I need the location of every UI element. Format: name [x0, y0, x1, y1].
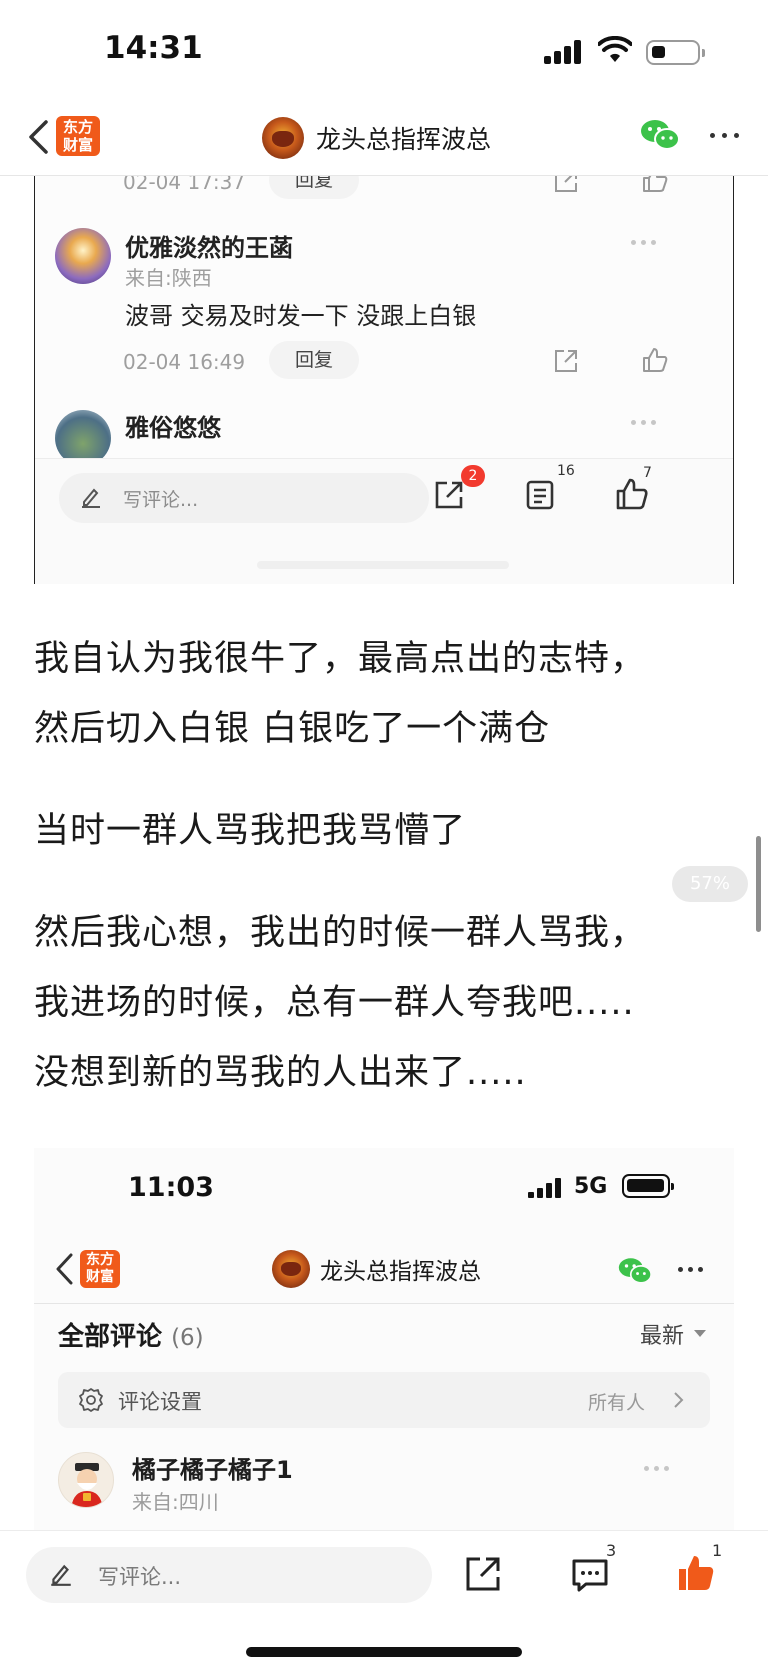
like-icon[interactable] [641, 176, 669, 194]
chevron-right-icon [674, 1392, 684, 1408]
logo-line-2: 财富 [86, 1269, 114, 1285]
eastmoney-logo[interactable]: 东方 财富 [56, 116, 100, 156]
author-avatar[interactable] [272, 1250, 310, 1288]
comment-input[interactable]: 写评论... [59, 473, 429, 523]
article-line: 我自认为我很牛了，最高点出的志特， [34, 639, 647, 679]
comment-time: 02-04 16:49 [123, 350, 246, 374]
like-icon[interactable] [615, 477, 649, 511]
nav-author[interactable]: 龙头总指挥波总 [262, 114, 491, 162]
back-chevron-icon[interactable] [26, 118, 50, 156]
article-paragraph-2: 当时一群人骂我把我骂懵了 [34, 796, 734, 866]
like-count: 1 [712, 1541, 723, 1560]
embedded-status-time: 11:03 [128, 1172, 214, 1203]
wechat-icon[interactable] [640, 118, 680, 152]
home-indicator [257, 561, 509, 569]
more-options-icon[interactable] [676, 1256, 706, 1282]
comment-total: (6) [171, 1325, 204, 1351]
pen-icon [51, 1564, 71, 1586]
reading-progress-badge: 57% [672, 866, 748, 902]
article-paragraph-1: 我自认为我很牛了，最高点出的志特， 然后切入白银 白银吃了一个满仓 [34, 624, 734, 764]
comments-section-title: 全部评论 (6) [58, 1316, 204, 1353]
eastmoney-logo[interactable]: 东方 财富 [80, 1250, 120, 1288]
home-indicator [246, 1647, 522, 1657]
section-title: 全部评论 [58, 1322, 163, 1352]
commenter-avatar[interactable] [58, 1452, 114, 1508]
article-paragraph-3: 然后我心想，我出的时候一群人骂我， 我进场的时候，总有一群人夸我吧..... 没… [34, 898, 734, 1108]
like-icon[interactable] [676, 1553, 716, 1593]
signal-icon [544, 40, 584, 64]
like-icon[interactable] [641, 346, 669, 374]
article-line: 没想到新的骂我的人出来了..... [34, 1053, 527, 1093]
commenter-name[interactable]: 橘子橘子橘子1 [132, 1450, 293, 1485]
comment-time: 02-04 17:37 [123, 176, 246, 194]
comment-input[interactable]: 写评论... [26, 1547, 432, 1603]
reply-button[interactable]: 回复 [269, 176, 359, 199]
embedded-screenshot-comment-list: 11:03 5G 东方 财富 龙头总指挥波总 全部评论 (6) 最新 评论设置 … [34, 1148, 734, 1530]
battery-icon [622, 1174, 674, 1198]
nav-title: 龙头总指挥波总 [316, 125, 492, 154]
comment-placeholder: 写评论... [98, 1565, 182, 1589]
back-chevron-icon[interactable] [54, 1252, 74, 1286]
status-time: 14:31 [104, 30, 203, 66]
wifi-icon [598, 36, 632, 62]
bottom-action-bar: 写评论... 3 1 [0, 1530, 768, 1665]
share-icon[interactable] [433, 479, 465, 511]
sort-dropdown[interactable]: 最新 [640, 1318, 684, 1350]
comment-more-icon[interactable] [631, 240, 659, 248]
network-label: 5G [574, 1174, 608, 1199]
signal-icon [528, 1178, 564, 1198]
top-nav: 东方 财富 龙头总指挥波总 [0, 100, 768, 176]
comment-count: 3 [606, 1541, 617, 1560]
gear-icon [79, 1388, 103, 1412]
embedded-screenshot-comments: 02-04 17:37 回复 优雅淡然的王菡 来自:陕西 波哥 交易及时发一下 … [34, 176, 734, 584]
reply-button[interactable]: 回复 [269, 341, 359, 379]
commenter-location: 来自:四川 [132, 1490, 219, 1514]
scrollbar[interactable] [756, 836, 761, 932]
article-line: 然后我心想，我出的时候一群人骂我， [34, 913, 647, 953]
list-count: 16 [557, 463, 575, 479]
embedded-bottom-bar: 写评论... 2 16 7 [35, 458, 733, 584]
embedded-top-nav: 东方 财富 龙头总指挥波总 [34, 1234, 734, 1304]
article-line: 我进场的时候，总有一群人夸我吧..... [34, 983, 635, 1023]
status-bar: 14:31 [0, 0, 768, 100]
comment-placeholder: 写评论... [123, 489, 199, 511]
battery-icon [646, 40, 705, 65]
fortune-god-icon [71, 1463, 103, 1507]
nav-title: 龙头总指挥波总 [320, 1259, 481, 1285]
like-count: 7 [643, 465, 652, 481]
comment-text: 波哥 交易及时发一下 没跟上白银 [125, 302, 477, 330]
commenter-location: 来自:陕西 [125, 266, 212, 290]
logo-line-2: 财富 [62, 136, 93, 154]
settings-value: 所有人 [588, 1392, 646, 1414]
share-icon[interactable] [553, 176, 579, 194]
article-line: 当时一群人骂我把我骂懵了 [34, 811, 467, 851]
nav-author[interactable]: 龙头总指挥波总 [272, 1248, 481, 1290]
comment-icon[interactable] [570, 1555, 610, 1595]
commenter-avatar[interactable] [55, 228, 111, 284]
logo-line-1: 东方 [62, 118, 93, 136]
more-options-icon[interactable] [706, 120, 742, 150]
commenter-name[interactable]: 雅俗悠悠 [125, 408, 221, 443]
commenter-name[interactable]: 优雅淡然的王菡 [125, 228, 293, 263]
share-count-badge: 2 [461, 465, 485, 487]
settings-label: 评论设置 [118, 1390, 202, 1414]
wechat-icon[interactable] [618, 1256, 652, 1286]
share-icon[interactable] [464, 1555, 502, 1593]
author-avatar[interactable] [262, 117, 304, 159]
sort-caret-icon [694, 1330, 706, 1337]
list-icon[interactable] [525, 479, 555, 511]
logo-line-1: 东方 [86, 1252, 114, 1268]
article-line: 然后切入白银 白银吃了一个满仓 [34, 709, 551, 749]
share-icon[interactable] [553, 348, 579, 374]
comment-settings-row[interactable]: 评论设置 所有人 [58, 1372, 710, 1428]
comment-more-icon[interactable] [644, 1466, 672, 1474]
comment-more-icon[interactable] [631, 420, 659, 428]
pen-icon [82, 488, 100, 508]
